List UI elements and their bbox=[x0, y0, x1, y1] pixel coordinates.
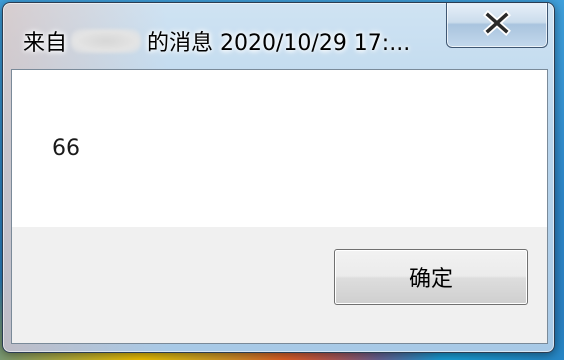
close-icon bbox=[483, 10, 511, 36]
message-dialog-window: 来自 的消息 2020/10/29 17:... 66 确定 bbox=[2, 2, 555, 353]
dialog-body: 66 确定 bbox=[11, 69, 548, 344]
message-text: 66 bbox=[52, 136, 80, 161]
title-bar[interactable]: 来自 的消息 2020/10/29 17:... bbox=[3, 3, 554, 67]
button-area: 确定 bbox=[12, 227, 547, 343]
redacted-sender-name bbox=[71, 29, 142, 53]
title-prefix: 来自 bbox=[23, 31, 68, 56]
dialog-title: 来自 的消息 2020/10/29 17:... bbox=[23, 25, 410, 57]
ok-button[interactable]: 确定 bbox=[334, 249, 528, 305]
message-area: 66 bbox=[12, 70, 547, 227]
title-suffix: 的消息 2020/10/29 17:... bbox=[147, 31, 411, 56]
close-button[interactable] bbox=[446, 3, 548, 48]
